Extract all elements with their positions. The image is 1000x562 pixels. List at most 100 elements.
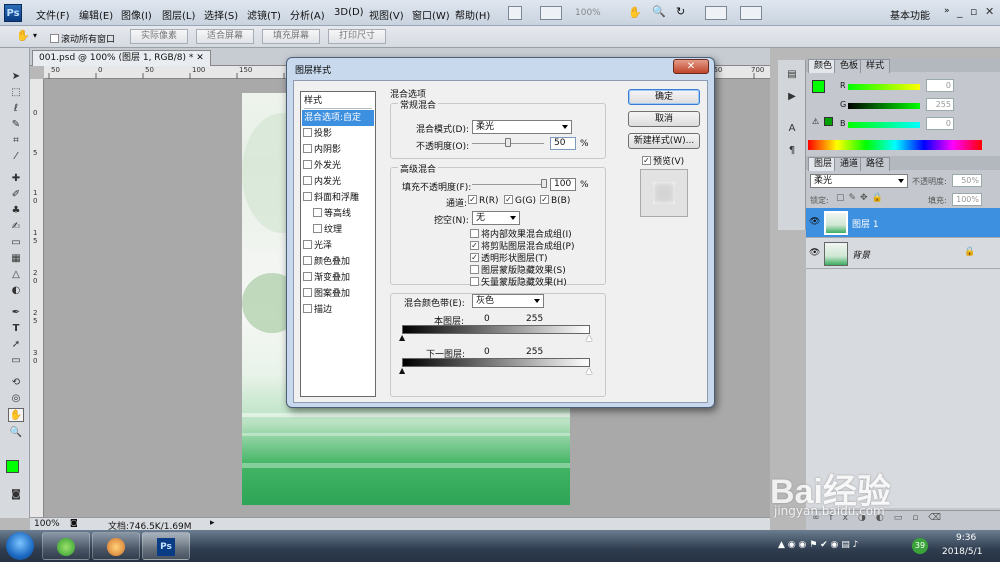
brush-tool-icon[interactable]: ✐	[8, 188, 24, 202]
zoom-icon[interactable]: 🔍	[652, 5, 666, 18]
style-satin[interactable]: 光泽	[303, 238, 373, 254]
fill-opacity-slider[interactable]	[472, 184, 544, 185]
hand-tool-icon[interactable]: ✋	[16, 29, 30, 42]
layer-blend-mode-select[interactable]: 柔光	[810, 174, 908, 188]
layer-row-layer1[interactable]: 👁 图层 1	[806, 208, 1000, 238]
lasso-tool-icon[interactable]: ℓ	[8, 102, 24, 116]
crop-tool-icon[interactable]: ⌗	[8, 134, 24, 148]
pen-tool-icon[interactable]: ✒	[8, 306, 24, 320]
dialog-close-button[interactable]: ✕	[673, 59, 709, 74]
chevron-right-icon[interactable]: »	[944, 6, 950, 16]
this-layer-black-handle[interactable]: ▲	[399, 333, 405, 342]
layer-row-background[interactable]: 👁 背景 🔒	[806, 239, 1000, 269]
blend-mode-select[interactable]: 柔光	[472, 120, 572, 134]
photoshop-logo[interactable]: Ps	[4, 4, 22, 22]
zoom-tool-icon[interactable]: 🔍	[8, 426, 24, 440]
tab-paths[interactable]: 路径	[860, 157, 891, 171]
menu-file[interactable]: 文件(F)	[36, 7, 70, 22]
opacity-slider-handle[interactable]	[505, 138, 511, 147]
menu-window[interactable]: 窗口(W)	[412, 7, 450, 22]
blue-slider[interactable]	[848, 122, 920, 128]
fill-screen-button[interactable]: 填充屏幕	[262, 29, 320, 44]
screen-mode-icon[interactable]	[740, 6, 762, 20]
style-gradient-overlay[interactable]: 渐变叠加	[303, 270, 373, 286]
style-inner-shadow[interactable]: 内阴影	[303, 142, 373, 158]
gradient-tool-icon[interactable]: ▦	[8, 252, 24, 266]
type-tool-icon[interactable]: T	[8, 322, 24, 336]
style-drop-shadow[interactable]: 投影	[303, 126, 373, 142]
knockout-select[interactable]: 无	[472, 211, 520, 225]
tab-styles[interactable]: 样式	[860, 59, 891, 73]
channel-b-checkbox[interactable]: ✓ B(B)	[540, 195, 570, 206]
view-extras-icon[interactable]	[540, 6, 562, 20]
actual-pixels-button[interactable]: 实际像素	[130, 29, 188, 44]
menu-help[interactable]: 帮助(H)	[455, 7, 490, 22]
foreground-color-swatch[interactable]	[812, 80, 825, 93]
menu-image[interactable]: 图像(I)	[121, 7, 152, 22]
restore-icon[interactable]: ▫	[970, 5, 977, 18]
preview-checkbox[interactable]: ✓ 预览(V)	[642, 154, 684, 167]
style-outer-glow[interactable]: 外发光	[303, 158, 373, 174]
healing-brush-tool-icon[interactable]: ✚	[8, 172, 24, 186]
chevron-down-icon[interactable]: ▾	[33, 31, 37, 40]
blue-value[interactable]: 0	[926, 117, 954, 130]
tray-icons[interactable]: ▲ ◉ ◉ ⚑ ✔ ◉ ▤ ♪	[778, 540, 858, 550]
new-style-button[interactable]: 新建样式(W)...	[628, 133, 700, 149]
move-tool-icon[interactable]: ➤	[8, 70, 24, 84]
rotate-view-icon[interactable]: ↻	[676, 5, 685, 18]
quick-select-tool-icon[interactable]: ✎	[8, 118, 24, 132]
this-layer-white-handle[interactable]: ▲	[586, 333, 592, 342]
tray-badge[interactable]: 39	[912, 538, 928, 554]
menu-edit[interactable]: 编辑(E)	[79, 7, 113, 22]
hand-icon[interactable]: ✋	[628, 6, 642, 19]
style-contour[interactable]: 等高线	[313, 206, 383, 222]
actions-panel-icon[interactable]: ▶	[784, 90, 800, 104]
red-slider[interactable]	[848, 84, 920, 90]
menu-select[interactable]: 选择(S)	[204, 7, 238, 22]
style-stroke[interactable]: 描边	[303, 302, 373, 318]
lock-icons[interactable]: ▢✎✥🔒	[836, 193, 887, 203]
dodge-tool-icon[interactable]: ◐	[8, 284, 24, 298]
style-texture[interactable]: 纹理	[313, 222, 383, 238]
green-slider[interactable]	[848, 103, 920, 109]
channel-r-checkbox[interactable]: ✓ R(R)	[468, 195, 499, 206]
fill-opacity-input[interactable]: 100	[550, 178, 576, 191]
menu-3d[interactable]: 3D(D)	[334, 7, 364, 18]
minimize-icon[interactable]: _	[957, 5, 963, 18]
marquee-tool-icon[interactable]: ⬚	[8, 86, 24, 100]
close-icon[interactable]: ✕	[985, 5, 994, 18]
style-blending-options[interactable]: 混合选项:自定	[302, 110, 374, 126]
workspace-switcher[interactable]: 基本功能	[890, 7, 930, 22]
foreground-color-swatch[interactable]	[6, 460, 19, 473]
quick-mask-icon[interactable]: ◙	[8, 488, 24, 502]
3d-orbit-tool-icon[interactable]: ◎	[8, 392, 24, 406]
style-color-overlay[interactable]: 颜色叠加	[303, 254, 373, 270]
gamut-swatch[interactable]	[824, 117, 833, 126]
zoom-level[interactable]: 100%	[575, 8, 601, 18]
opacity-input[interactable]: 50	[550, 137, 576, 150]
menu-filter[interactable]: 滤镜(T)	[247, 7, 281, 22]
layer-name[interactable]: 图层 1	[852, 217, 879, 230]
close-tab-icon[interactable]: ✕	[196, 53, 204, 63]
underlying-white-handle[interactable]: ▲	[586, 366, 592, 375]
fill-opacity-slider-handle[interactable]	[541, 179, 547, 188]
3d-rotate-tool-icon[interactable]: ⟲	[8, 376, 24, 390]
menu-layer[interactable]: 图层(L)	[162, 7, 195, 22]
menu-analysis[interactable]: 分析(A)	[290, 7, 325, 22]
eye-icon[interactable]: 👁	[809, 248, 820, 258]
eraser-tool-icon[interactable]: ▭	[8, 236, 24, 250]
character-panel-icon[interactable]: A	[784, 122, 800, 136]
layer-name[interactable]: 背景	[852, 248, 870, 261]
status-arrow-icon[interactable]: ▸	[210, 518, 215, 528]
start-button[interactable]	[6, 532, 34, 560]
eyedropper-tool-icon[interactable]: ⁄	[8, 150, 24, 164]
menu-view[interactable]: 视图(V)	[369, 7, 404, 22]
blur-tool-icon[interactable]: △	[8, 268, 24, 282]
style-bevel-emboss[interactable]: 斜面和浮雕	[303, 190, 373, 206]
color-spectrum-ramp[interactable]	[808, 140, 982, 150]
style-pattern-overlay[interactable]: 图案叠加	[303, 286, 373, 302]
underlying-black-handle[interactable]: ▲	[399, 366, 405, 375]
taskbar-app-photoshop[interactable]: Ps	[142, 532, 190, 560]
status-menu-icon[interactable]: ◙	[70, 518, 78, 527]
warning-icon[interactable]: ⚠	[812, 117, 819, 126]
